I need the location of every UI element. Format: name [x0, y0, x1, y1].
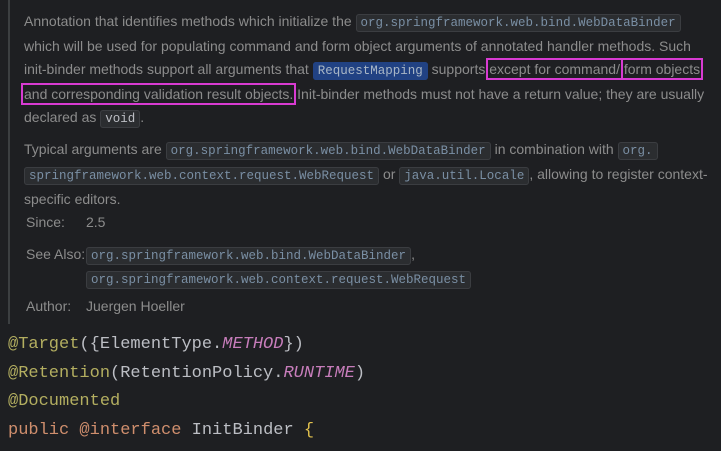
- code-link-webrequest[interactable]: springframework.web.context.request.WebR…: [24, 167, 380, 185]
- since-label: Since:: [26, 214, 65, 230]
- keyword-public: public: [8, 420, 70, 440]
- interface-name: InitBinder: [181, 420, 304, 440]
- documentation-popup: Annotation that identifies methods which…: [8, 0, 721, 324]
- doc-paragraph-2: Typical arguments are org.springframewor…: [24, 138, 714, 211]
- doc-text: in combination with: [490, 141, 618, 157]
- author-row: Author: Juergen Hoeller: [26, 295, 716, 317]
- code-link-org[interactable]: org.: [617, 142, 658, 160]
- code-token: (RetentionPolicy.: [110, 363, 284, 383]
- author-label: Author:: [26, 298, 72, 314]
- see-also-list: org.springframework.web.bind.WebDataBind…: [86, 243, 472, 291]
- annotation-target: @Target: [8, 335, 80, 354]
- code-line-target: @Target({ElementType.METHOD}): [8, 331, 365, 360]
- see-also-row: See Also: org.springframework.web.bind.W…: [26, 243, 716, 291]
- doc-text: .: [140, 109, 145, 125]
- doc-text: Typical arguments are: [24, 141, 166, 157]
- const-method: METHOD: [222, 335, 284, 354]
- doc-text: or: [379, 166, 400, 182]
- since-row: Since: 2.5: [26, 211, 716, 233]
- code-line-retention: @Retention(RetentionPolicy.RUNTIME): [8, 360, 365, 389]
- doc-text: Annotation that identifies methods which…: [24, 13, 356, 29]
- since-value: 2.5: [86, 214, 106, 230]
- annotation-documented: @Documented: [8, 392, 121, 411]
- keyword-interface: @interface: [79, 420, 182, 440]
- code-link-webdatabinder[interactable]: org.springframework.web.bind.WebDataBind…: [355, 14, 681, 32]
- code-line-interface: public @interface InitBinder {: [8, 417, 365, 446]
- doc-paragraph-1: Annotation that identifies methods which…: [20, 10, 714, 131]
- code-line-documented: @Documented: [8, 388, 365, 417]
- doc-description: Annotation that identifies methods which…: [20, 10, 714, 218]
- source-code[interactable]: @Target({ElementType.METHOD}) @Retention…: [8, 331, 365, 445]
- code-token: ): [354, 363, 366, 383]
- annotation-retention: @Retention: [8, 363, 111, 383]
- code-token: }): [283, 335, 304, 354]
- see-also-label: See Also:: [26, 246, 86, 262]
- code-link-requestmapping[interactable]: RequestMapping: [312, 62, 428, 80]
- const-runtime: RUNTIME: [283, 363, 355, 383]
- code-link-locale[interactable]: java.util.Locale: [399, 167, 530, 185]
- author-value: Juergen Hoeller: [86, 298, 185, 314]
- highlight-box-1: except for command/: [486, 58, 623, 80]
- see-also-link-webrequest[interactable]: org.springframework.web.context.request.…: [86, 271, 472, 289]
- open-brace: {: [303, 420, 315, 440]
- doc-text: supports,: [427, 61, 490, 77]
- code-link-webdatabinder-2[interactable]: org.springframework.web.bind.WebDataBind…: [165, 142, 491, 160]
- code-void: void: [100, 110, 141, 128]
- see-also-link-webdatabinder[interactable]: org.springframework.web.bind.WebDataBind…: [86, 247, 412, 265]
- code-token: ({ElementType.: [79, 335, 223, 354]
